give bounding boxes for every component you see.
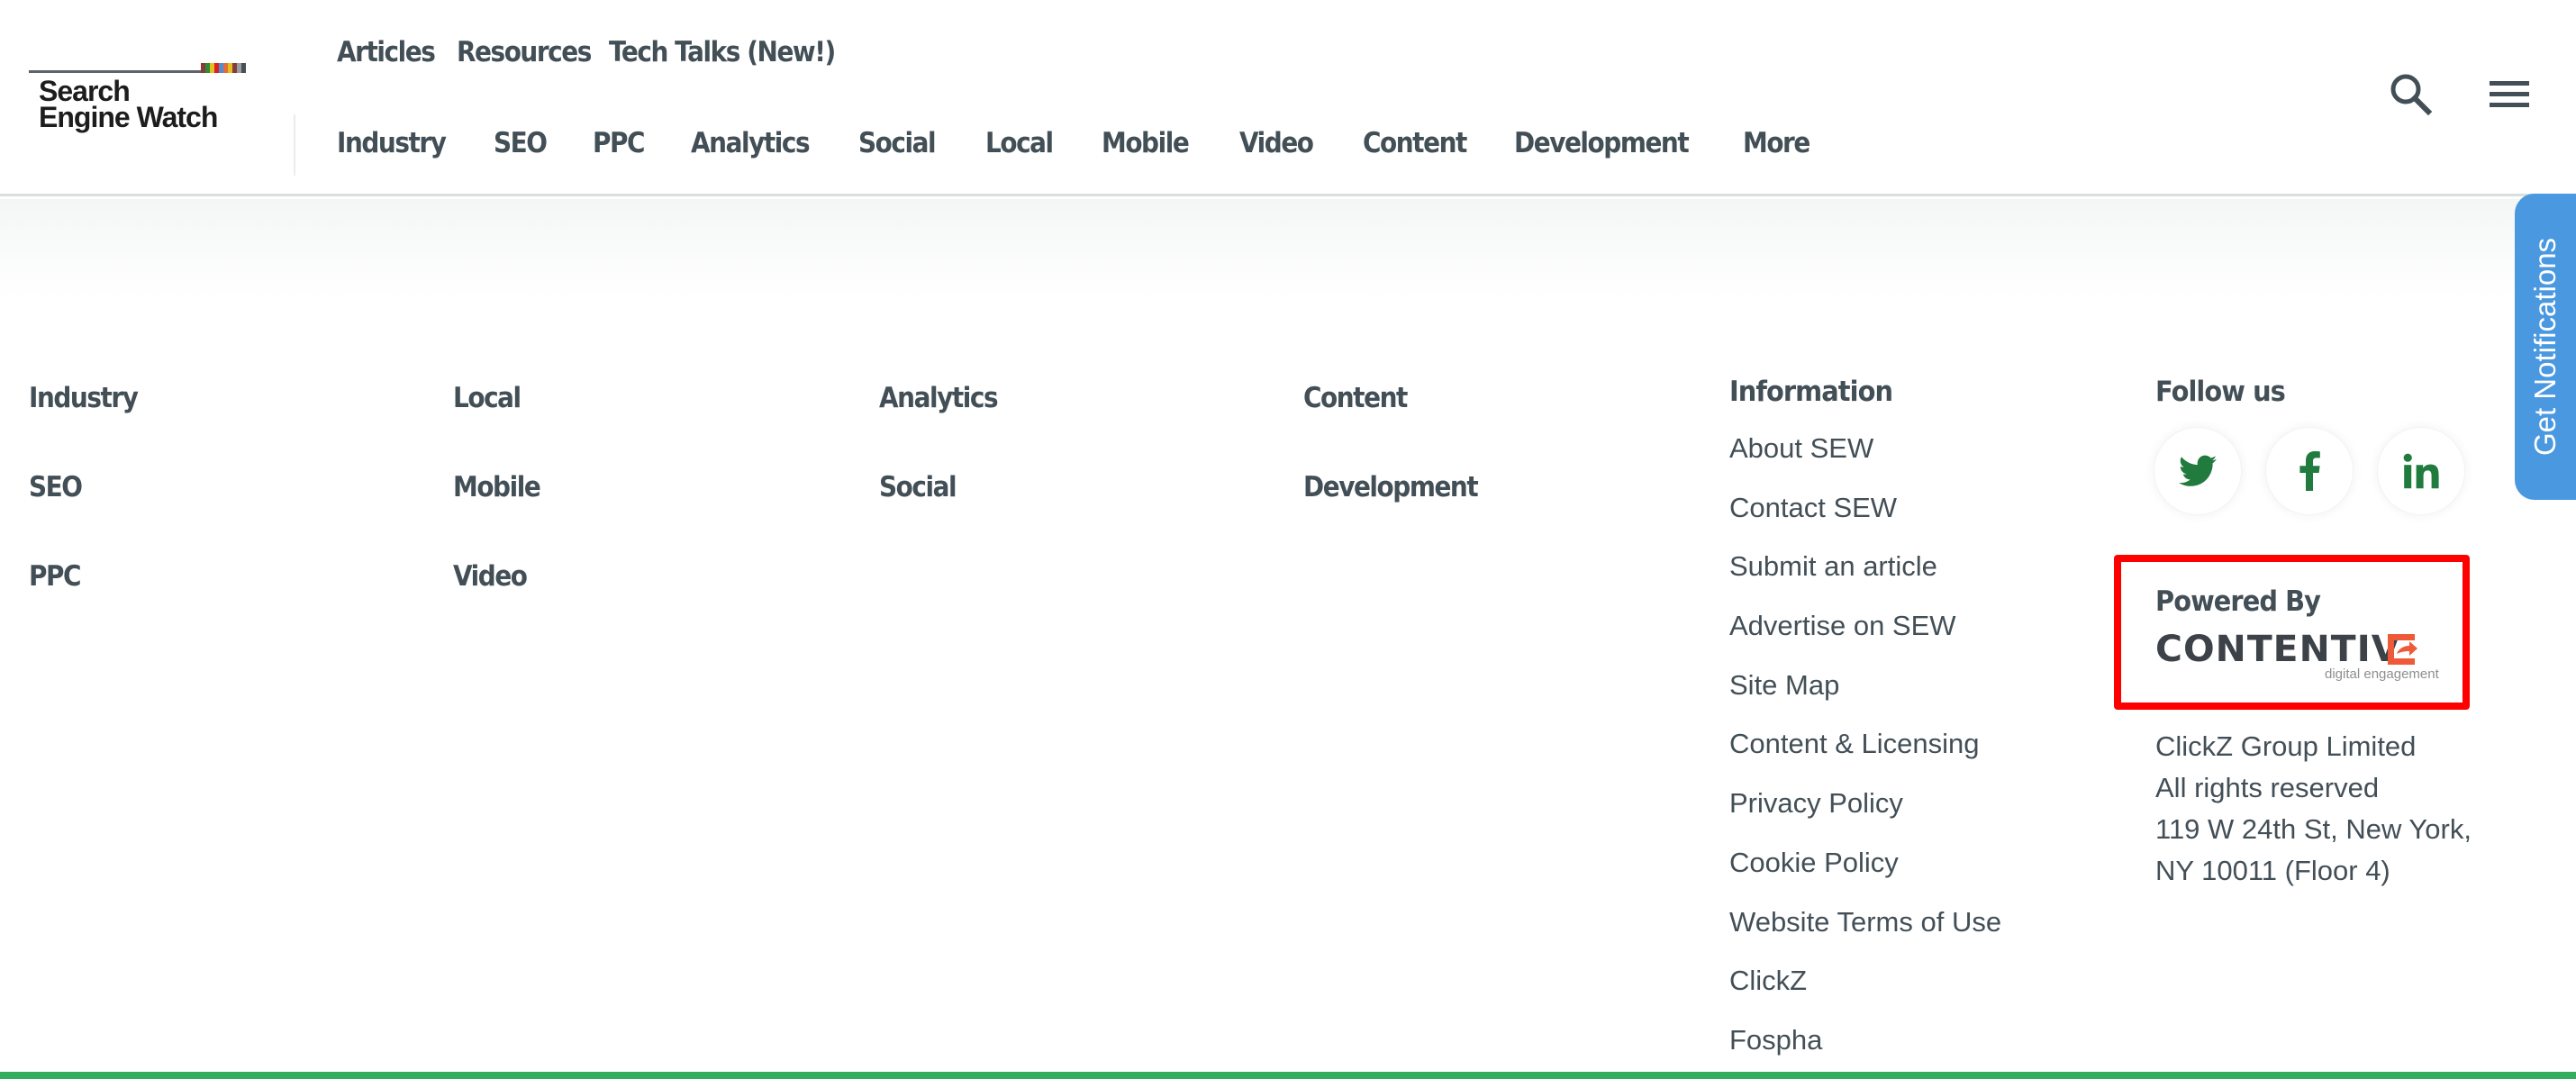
contentive-logo[interactable]: CONTENTIV digital engagement bbox=[2155, 629, 2439, 685]
link-clickz[interactable]: ClickZ bbox=[1729, 963, 2001, 1022]
link-contact-sew[interactable]: Contact SEW bbox=[1729, 490, 2001, 549]
logo-color-stripes bbox=[201, 63, 246, 73]
get-notifications-label: Get Notifications bbox=[2528, 237, 2562, 457]
contentive-wordmark: CONTENTIV bbox=[2155, 629, 2401, 670]
facebook-button[interactable] bbox=[2265, 427, 2354, 515]
nav-ppc[interactable]: PPC bbox=[593, 127, 681, 159]
bottom-accent-bar bbox=[0, 1072, 2576, 1079]
nav-mobile[interactable]: Mobile bbox=[1102, 127, 1226, 159]
information-heading: Information bbox=[1729, 376, 1893, 408]
menu-button[interactable] bbox=[2488, 74, 2531, 113]
link-advertise[interactable]: Advertise on SEW bbox=[1729, 608, 2001, 667]
link-submit-article[interactable]: Submit an article bbox=[1729, 549, 2001, 608]
link-about-sew[interactable]: About SEW bbox=[1729, 431, 2001, 490]
footer-link-mobile[interactable]: Mobile bbox=[453, 471, 541, 503]
follow-us-heading: Follow us bbox=[2155, 376, 2286, 408]
nav-resources[interactable]: Resources bbox=[457, 36, 592, 68]
footer-link-industry[interactable]: Industry bbox=[29, 382, 139, 414]
footer-link-development[interactable]: Development bbox=[1303, 471, 1479, 503]
category-nav: Industry SEO PPC Analytics Social Local … bbox=[337, 127, 1817, 159]
footer-link-social[interactable]: Social bbox=[879, 471, 957, 503]
primary-nav: Articles Resources Tech Talks (New!) bbox=[337, 36, 862, 68]
link-content-licensing[interactable]: Content & Licensing bbox=[1729, 726, 2001, 785]
nav-more[interactable]: More bbox=[1743, 127, 1810, 159]
logo-stripe bbox=[241, 63, 246, 73]
search-button[interactable] bbox=[2389, 72, 2434, 117]
facebook-icon bbox=[2299, 451, 2320, 491]
nav-content[interactable]: Content bbox=[1363, 127, 1499, 159]
footer-link-content[interactable]: Content bbox=[1303, 382, 1408, 414]
company-address: ClickZ Group Limited All rights reserved… bbox=[2155, 726, 2472, 892]
footer-link-local[interactable]: Local bbox=[453, 382, 522, 414]
nav-articles[interactable]: Articles bbox=[337, 36, 443, 68]
get-notifications-tab[interactable]: Get Notifications bbox=[2515, 194, 2576, 500]
twitter-button[interactable] bbox=[2154, 427, 2242, 515]
search-engine-watch-logo[interactable]: Search Engine Watch bbox=[29, 63, 246, 144]
linkedin-icon bbox=[2403, 453, 2439, 489]
address-line-1: 119 W 24th St, New York, bbox=[2155, 813, 2472, 845]
site-header: Search Engine Watch Articles Resources T… bbox=[0, 0, 2576, 196]
nav-seo[interactable]: SEO bbox=[494, 127, 583, 159]
link-cookie-policy[interactable]: Cookie Policy bbox=[1729, 845, 2001, 904]
nav-tech-talks[interactable]: Tech Talks (New!) bbox=[609, 36, 836, 68]
header-shadow bbox=[0, 199, 2576, 298]
nav-local[interactable]: Local bbox=[985, 127, 1090, 159]
footer-link-analytics[interactable]: Analytics bbox=[879, 382, 999, 414]
nav-social[interactable]: Social bbox=[858, 127, 973, 159]
search-icon bbox=[2390, 74, 2433, 116]
address-line-2: NY 10011 (Floor 4) bbox=[2155, 855, 2390, 886]
footer-link-video[interactable]: Video bbox=[453, 560, 528, 593]
company-name: ClickZ Group Limited bbox=[2155, 730, 2417, 762]
twitter-icon bbox=[2179, 455, 2217, 486]
link-fospha[interactable]: Fospha bbox=[1729, 1022, 2001, 1079]
nav-analytics[interactable]: Analytics bbox=[691, 127, 841, 159]
logo-text: Search Engine Watch bbox=[39, 75, 218, 133]
nav-industry[interactable]: Industry bbox=[337, 127, 478, 159]
nav-video[interactable]: Video bbox=[1239, 127, 1350, 159]
link-terms-of-use[interactable]: Website Terms of Use bbox=[1729, 904, 2001, 964]
powered-by-label: Powered By bbox=[2155, 585, 2321, 618]
link-site-map[interactable]: Site Map bbox=[1729, 667, 2001, 727]
header-divider bbox=[294, 114, 295, 176]
hamburger-menu-icon bbox=[2490, 81, 2529, 107]
nav-development[interactable]: Development bbox=[1514, 127, 1720, 159]
rights-reserved: All rights reserved bbox=[2155, 772, 2380, 803]
contentive-tagline: digital engagement bbox=[2325, 666, 2439, 682]
footer-link-ppc[interactable]: PPC bbox=[29, 560, 82, 593]
information-links: About SEW Contact SEW Submit an article … bbox=[1729, 431, 2001, 1079]
link-privacy-policy[interactable]: Privacy Policy bbox=[1729, 785, 2001, 845]
footer-link-seo[interactable]: SEO bbox=[29, 471, 83, 503]
linkedin-button[interactable] bbox=[2377, 427, 2465, 515]
contentive-e-icon bbox=[2388, 634, 2417, 665]
